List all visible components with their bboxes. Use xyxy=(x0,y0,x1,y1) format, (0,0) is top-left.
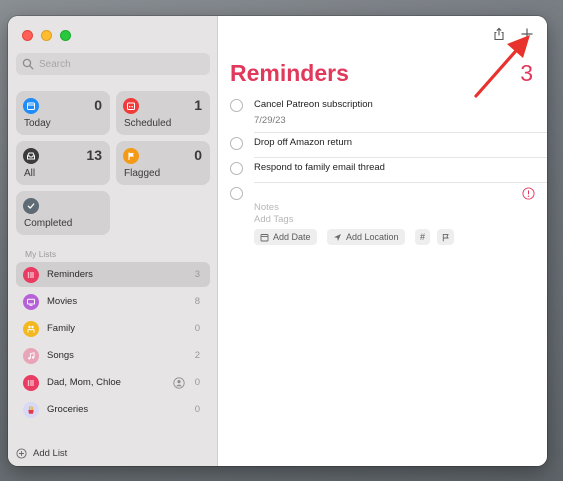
my-lists-heading: My Lists xyxy=(25,249,57,259)
list-label: Family xyxy=(47,323,75,334)
calendar-icon xyxy=(23,98,39,114)
calendar-grid-icon xyxy=(123,98,139,114)
flag-icon xyxy=(123,148,139,164)
search-placeholder: Search xyxy=(39,58,71,70)
list-bullet-icon xyxy=(23,374,39,391)
tv-icon xyxy=(23,293,39,310)
sidebar: Search 0 Today 1 Scheduled 13 All 0 Flag… xyxy=(8,16,218,466)
main-panel: Reminders 3 Cancel Patreon subscription … xyxy=(218,16,547,466)
plus-icon xyxy=(521,28,533,40)
list-label: Movies xyxy=(47,296,78,307)
tray-icon xyxy=(23,148,39,164)
reminders-window: Search 0 Today 1 Scheduled 13 All 0 Flag… xyxy=(8,16,547,466)
flag-button[interactable] xyxy=(437,229,454,245)
list-item-songs[interactable]: Songs 2 xyxy=(16,343,210,368)
list-label: Groceries xyxy=(47,404,89,415)
add-list-label: Add List xyxy=(33,448,68,459)
reminder-title[interactable]: Respond to family email thread xyxy=(254,162,385,173)
smart-list-completed[interactable]: Completed xyxy=(16,191,110,235)
reminder-title[interactable]: Drop off Amazon return xyxy=(254,137,352,148)
list-title: Reminders xyxy=(230,60,349,86)
window-controls xyxy=(22,30,71,41)
reminder-checkbox[interactable] xyxy=(230,162,243,175)
share-button[interactable] xyxy=(490,25,508,43)
add-date-label: Add Date xyxy=(273,232,311,242)
divider xyxy=(254,132,547,133)
divider xyxy=(254,182,547,183)
checkmark-icon xyxy=(23,198,39,214)
reminder-title[interactable]: Cancel Patreon subscription xyxy=(254,99,373,110)
plus-circle-icon xyxy=(16,448,27,459)
today-count: 0 xyxy=(94,97,102,113)
info-icon[interactable] xyxy=(522,187,535,200)
location-arrow-icon xyxy=(334,233,341,241)
scheduled-label: Scheduled xyxy=(124,118,172,129)
flag-icon xyxy=(442,233,449,241)
add-list-button[interactable]: Add List xyxy=(16,448,67,459)
fries-icon xyxy=(23,401,39,418)
search-icon xyxy=(22,58,34,70)
list-item-groceries[interactable]: Groceries 0 xyxy=(16,397,210,422)
flagged-count: 0 xyxy=(194,147,202,163)
share-icon xyxy=(494,27,504,41)
smart-list-scheduled[interactable]: 1 Scheduled xyxy=(116,91,210,135)
list-label: Dad, Mom, Chloe xyxy=(47,377,121,388)
smart-list-all[interactable]: 13 All xyxy=(16,141,110,185)
scheduled-count: 1 xyxy=(194,97,202,113)
add-reminder-button[interactable] xyxy=(518,25,536,43)
list-count: 0 xyxy=(194,377,200,388)
reminder-checkbox[interactable] xyxy=(230,99,243,112)
list-count: 8 xyxy=(194,296,200,307)
search-field[interactable]: Search xyxy=(16,53,210,75)
today-label: Today xyxy=(24,118,51,129)
list-label: Reminders xyxy=(47,269,93,280)
list-count: 3 xyxy=(194,269,200,280)
new-reminder-checkbox[interactable] xyxy=(230,187,243,200)
completed-label: Completed xyxy=(24,218,73,229)
list-item-family[interactable]: Family 0 xyxy=(16,316,210,341)
minimize-window-button[interactable] xyxy=(41,30,52,41)
list-item-movies[interactable]: Movies 8 xyxy=(16,289,210,314)
close-window-button[interactable] xyxy=(22,30,33,41)
all-label: All xyxy=(24,168,36,179)
tags-field[interactable]: Add Tags xyxy=(254,214,293,225)
add-date-button[interactable]: Add Date xyxy=(254,229,317,245)
add-location-label: Add Location xyxy=(346,232,399,242)
divider xyxy=(254,157,547,158)
all-count: 13 xyxy=(86,147,102,163)
list-count-large: 3 xyxy=(520,60,533,86)
smart-list-flagged[interactable]: 0 Flagged xyxy=(116,141,210,185)
list-bullet-icon xyxy=(23,266,39,283)
music-note-icon xyxy=(23,347,39,364)
reminder-checkbox[interactable] xyxy=(230,137,243,150)
calendar-icon xyxy=(260,233,269,241)
list-count: 0 xyxy=(194,323,200,334)
zoom-window-button[interactable] xyxy=(60,30,71,41)
add-location-button[interactable]: Add Location xyxy=(327,229,405,245)
people-icon xyxy=(23,320,39,337)
shared-person-icon xyxy=(173,376,185,389)
notes-field[interactable]: Notes xyxy=(254,202,279,213)
reminder-date: 7/29/23 xyxy=(254,115,286,126)
list-count: 0 xyxy=(194,404,200,415)
tag-hash-label: # xyxy=(420,232,426,242)
list-item-dad-mom-chloe[interactable]: Dad, Mom, Chloe 0 xyxy=(16,370,210,395)
list-item-reminders[interactable]: Reminders 3 xyxy=(16,262,210,287)
smart-list-today[interactable]: 0 Today xyxy=(16,91,110,135)
flagged-label: Flagged xyxy=(124,168,161,179)
add-tag-button[interactable]: # xyxy=(415,229,431,245)
list-label: Songs xyxy=(47,350,74,361)
list-count: 2 xyxy=(194,350,200,361)
